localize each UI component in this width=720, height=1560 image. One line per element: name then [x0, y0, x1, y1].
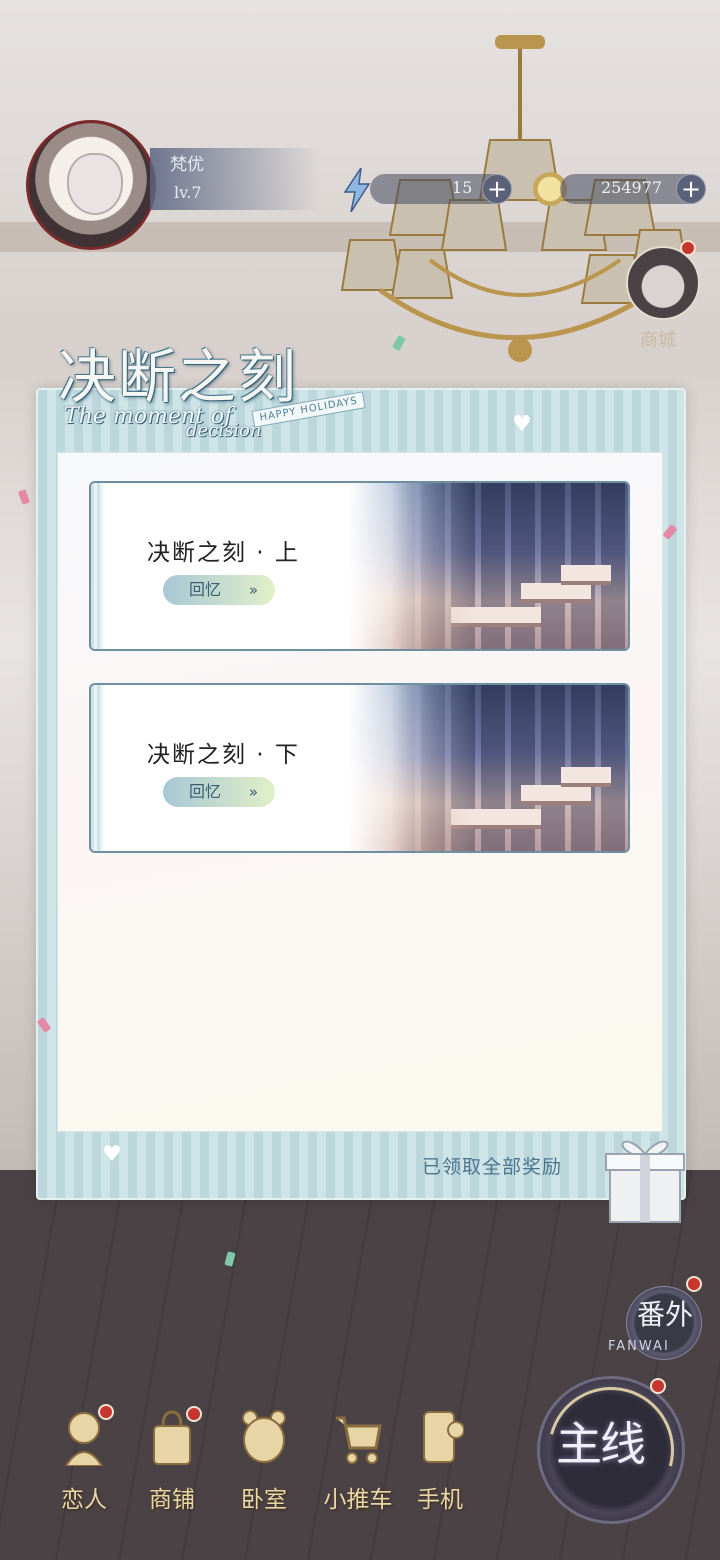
- chevron-right-icon: »: [248, 581, 258, 599]
- nav-lover[interactable]: 恋人: [42, 1404, 126, 1514]
- notification-dot: [186, 1406, 202, 1422]
- nav-shop[interactable]: 商铺: [130, 1404, 214, 1514]
- card-stripe: [91, 685, 103, 851]
- scene-table: [451, 607, 541, 627]
- nav-label: 商铺: [149, 1487, 195, 1513]
- recall-button[interactable]: 回忆 »: [163, 575, 275, 605]
- rewards-claimed-status: 已领取全部奖励: [422, 1156, 563, 1178]
- nav-phone[interactable]: 手机: [398, 1404, 482, 1514]
- chapter-card-part1[interactable]: 决断之刻 · 上 回忆 »: [89, 481, 630, 651]
- notification-dot: [680, 240, 696, 256]
- add-energy-button[interactable]: +: [482, 174, 512, 204]
- player-avatar[interactable]: [26, 120, 156, 250]
- heart-icon: ♥: [102, 1142, 122, 1167]
- scene-table: [561, 565, 611, 585]
- nav-bedroom[interactable]: 卧室: [222, 1404, 306, 1514]
- nav-label: 手机: [417, 1487, 463, 1513]
- cart-icon: [336, 1416, 382, 1464]
- nav-label: 小推车: [323, 1487, 393, 1513]
- scene-table: [521, 785, 591, 805]
- side-story-label: 番外: [637, 1298, 694, 1331]
- energy-value: 15: [452, 178, 473, 197]
- gold-value: 254977: [601, 178, 663, 197]
- player-level: lv.7: [174, 183, 202, 202]
- chapter-title: 决断之刻 · 上: [147, 540, 300, 566]
- player-name: 梵优: [170, 155, 204, 175]
- event-title: 决断之刻: [58, 343, 299, 411]
- bedroom-bear-icon: [242, 1410, 286, 1463]
- shop-label: 商城: [640, 330, 676, 351]
- side-story-label-en: FANWAI: [608, 1339, 670, 1354]
- chapter-title: 决断之刻 · 下: [147, 742, 300, 768]
- phone-icon: [423, 1411, 464, 1463]
- gift-box-icon[interactable]: [602, 1130, 688, 1226]
- recall-button[interactable]: 回忆 »: [163, 777, 275, 807]
- nav-label: 卧室: [241, 1487, 287, 1513]
- event-title-en-line2: decision: [186, 420, 262, 441]
- avatar-face: [67, 153, 123, 215]
- scene-table: [451, 809, 541, 829]
- shop-character-icon[interactable]: [626, 246, 700, 320]
- card-stripe: [91, 483, 103, 649]
- heart-icon: ♥: [512, 412, 532, 437]
- scene-table: [521, 583, 591, 603]
- main-story-label: 主线: [556, 1417, 646, 1471]
- restaurant-scene-image: [391, 685, 628, 851]
- recall-label: 回忆: [189, 580, 222, 599]
- chapter-card-part2[interactable]: 决断之刻 · 下 回忆 »: [89, 683, 630, 853]
- nav-label: 恋人: [61, 1487, 107, 1513]
- nav-cart[interactable]: 小推车: [316, 1404, 400, 1514]
- chevron-right-icon: »: [248, 783, 258, 801]
- recall-label: 回忆: [189, 782, 222, 801]
- scene-table: [561, 767, 611, 787]
- lightning-icon: [343, 168, 371, 212]
- add-gold-button[interactable]: +: [676, 174, 706, 204]
- notification-dot: [98, 1404, 114, 1420]
- restaurant-scene-image: [391, 483, 628, 649]
- notification-dot: [686, 1276, 702, 1292]
- notification-dot: [650, 1378, 666, 1394]
